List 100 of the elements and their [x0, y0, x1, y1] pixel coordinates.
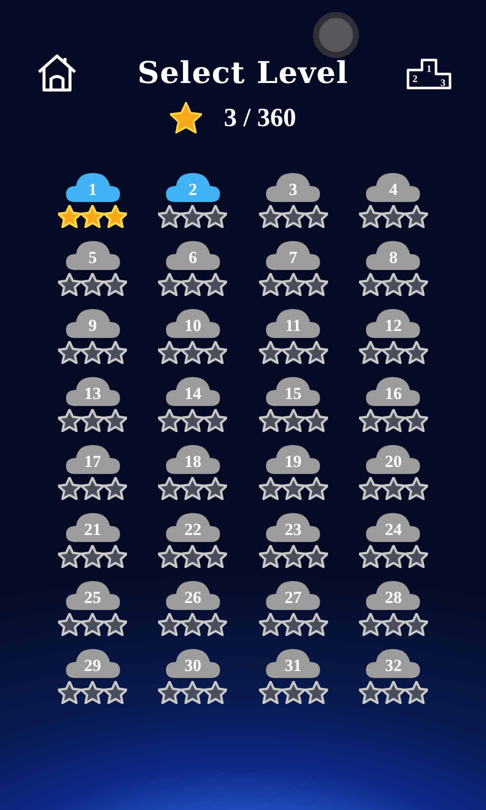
star-icon: [58, 613, 82, 636]
star-icon: [181, 613, 204, 636]
star-icon: [304, 477, 328, 500]
level-button[interactable]: 26: [164, 579, 221, 611]
level-button[interactable]: 27: [265, 579, 322, 611]
level-button[interactable]: 5: [64, 239, 121, 271]
star-icon: [282, 477, 305, 500]
level-button[interactable]: 23: [265, 511, 322, 543]
star-icon: [58, 681, 82, 704]
star-icon: [170, 102, 202, 134]
star-icon: [81, 613, 104, 636]
star-icon: [404, 613, 428, 636]
star-count: 3 / 360: [224, 102, 296, 134]
star-icon: [58, 477, 82, 500]
star-icon: [304, 409, 328, 432]
star-icon: [58, 341, 82, 364]
star-icon: [81, 681, 104, 704]
star-icon: [81, 205, 104, 228]
level-button[interactable]: 21: [64, 511, 121, 543]
star-icon: [104, 477, 128, 500]
star-icon: [204, 477, 228, 500]
star-icon: [204, 273, 228, 296]
star-icon: [181, 273, 204, 296]
star-icon: [204, 205, 228, 228]
star-icon: [158, 613, 182, 636]
star-icon: [382, 273, 405, 296]
level-button[interactable]: 7: [265, 239, 322, 271]
star-icon: [158, 545, 182, 568]
star-icon: [404, 681, 428, 704]
star-icon: [104, 681, 128, 704]
level-button[interactable]: 20: [365, 443, 422, 475]
star-icon: [382, 205, 405, 228]
star-icon: [304, 613, 328, 636]
level-button[interactable]: 24: [365, 511, 422, 543]
star-icon: [181, 681, 204, 704]
level-button[interactable]: 6: [164, 239, 221, 271]
level-button[interactable]: 3: [265, 171, 322, 203]
podium-place-number: 3: [440, 78, 446, 89]
level-button[interactable]: 18: [164, 443, 221, 475]
podium-place-number: 1: [426, 64, 432, 75]
star-icon: [58, 205, 82, 228]
star-icon: [58, 273, 82, 296]
star-icon: [258, 681, 282, 704]
star-icon: [181, 205, 204, 228]
star-icon: [304, 545, 328, 568]
level-button[interactable]: 1: [64, 171, 121, 203]
star-icon: [358, 477, 382, 500]
level-button[interactable]: 17: [64, 443, 121, 475]
screen-title: Select Level: [138, 54, 348, 92]
star-icon: [382, 409, 405, 432]
level-button[interactable]: 30: [164, 647, 221, 679]
level-button[interactable]: 16: [365, 375, 422, 407]
star-icon: [258, 545, 282, 568]
star-icon: [204, 341, 228, 364]
star-icon: [258, 613, 282, 636]
level-button[interactable]: 22: [164, 511, 221, 543]
star-icon: [104, 409, 128, 432]
level-button[interactable]: 4: [365, 171, 422, 203]
star-icon: [282, 205, 305, 228]
star-icon: [181, 409, 204, 432]
star-icon: [282, 273, 305, 296]
star-icon: [304, 341, 328, 364]
level-button[interactable]: 8: [365, 239, 422, 271]
level-button[interactable]: 13: [64, 375, 121, 407]
level-button[interactable]: 28: [365, 579, 422, 611]
star-icon: [258, 409, 282, 432]
star-icon: [104, 273, 128, 296]
level-button[interactable]: 29: [64, 647, 121, 679]
level-button[interactable]: 9: [64, 307, 121, 339]
star-icon: [158, 477, 182, 500]
level-button[interactable]: 14: [164, 375, 221, 407]
level-button[interactable]: 19: [265, 443, 322, 475]
star-icon: [282, 613, 305, 636]
star-icon: [382, 613, 405, 636]
level-button[interactable]: 12: [365, 307, 422, 339]
star-icon: [204, 545, 228, 568]
star-icon: [382, 477, 405, 500]
star-icon: [304, 205, 328, 228]
star-icon: [158, 681, 182, 704]
star-icon: [158, 273, 182, 296]
star-icon: [358, 341, 382, 364]
star-icon: [404, 273, 428, 296]
level-button[interactable]: 25: [64, 579, 121, 611]
level-button[interactable]: 2: [164, 171, 221, 203]
star-icon: [404, 409, 428, 432]
level-button[interactable]: 32: [365, 647, 422, 679]
star-icon: [81, 409, 104, 432]
star-icon: [404, 477, 428, 500]
star-icon: [204, 681, 228, 704]
star-icon: [104, 545, 128, 568]
star-icon: [358, 681, 382, 704]
star-icon: [81, 477, 104, 500]
leaderboard-button[interactable]: 2 1 3: [406, 50, 452, 96]
level-button[interactable]: 31: [265, 647, 322, 679]
star-icon: [104, 613, 128, 636]
level-button[interactable]: 15: [265, 375, 322, 407]
star-icon: [181, 341, 204, 364]
level-button[interactable]: 11: [265, 307, 322, 339]
level-button[interactable]: 10: [164, 307, 221, 339]
star-icon: [358, 273, 382, 296]
